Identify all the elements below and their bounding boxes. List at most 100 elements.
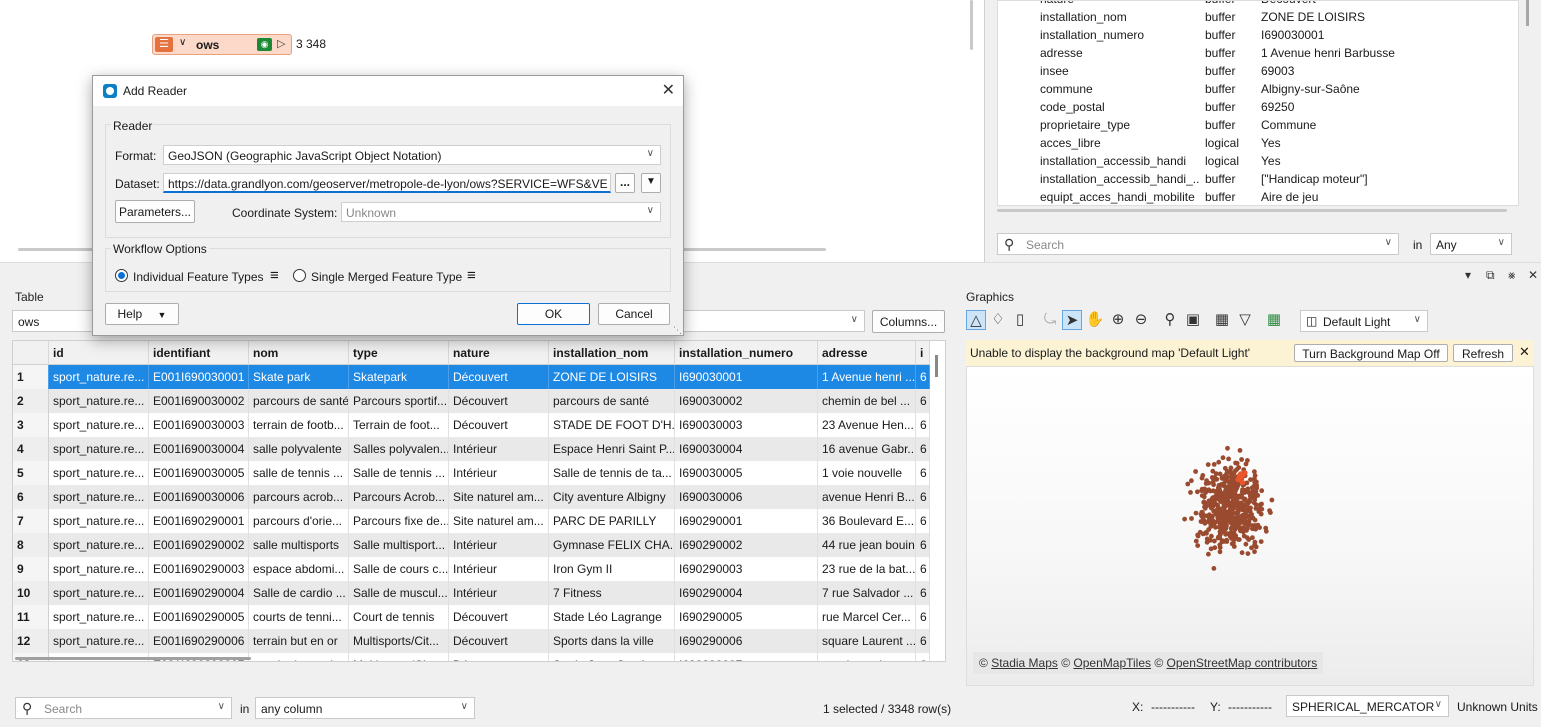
table-cell[interactable]: parcours de santé xyxy=(549,389,675,413)
table-cell[interactable]: Multisports/Cit... xyxy=(349,629,449,653)
ok-button[interactable]: OK xyxy=(517,303,590,325)
table-cell[interactable]: Intérieur xyxy=(449,557,549,581)
table-cell[interactable]: Découvert xyxy=(449,653,549,661)
table-cell[interactable]: 6 xyxy=(916,605,930,629)
table-cell[interactable]: I690290007 xyxy=(675,653,818,661)
table-cell[interactable]: parcours d'orie... xyxy=(249,509,349,533)
table-cell[interactable]: parcours de santé xyxy=(249,389,349,413)
table-cell[interactable]: 7 Fitness xyxy=(549,581,675,605)
row-number[interactable]: 7 xyxy=(13,509,49,533)
table-cell[interactable]: I690030004 xyxy=(675,437,818,461)
table-cell[interactable]: 6 xyxy=(916,509,930,533)
table-cell[interactable]: Stade Jean Jaurès xyxy=(549,653,675,661)
table-cell[interactable]: E001I690030002 xyxy=(149,389,249,413)
table-cell[interactable]: 6 xyxy=(916,581,930,605)
table-cell[interactable]: Salle de cours c... xyxy=(349,557,449,581)
close-icon[interactable]: ✕ xyxy=(1519,344,1530,360)
table-cell[interactable]: Gymnase FELIX CHA... xyxy=(549,533,675,557)
table-cell[interactable]: sport_nature.re... xyxy=(49,509,149,533)
attribute-row[interactable]: adresse buffer 1 Avenue henri Barbusse xyxy=(998,44,1518,62)
reader-node[interactable]: ☰ ∨ ows ◉ ▷ xyxy=(152,34,292,55)
pan-icon[interactable]: ✋ xyxy=(1085,310,1105,330)
table-cell[interactable]: Skatepark xyxy=(349,365,449,389)
crs-select[interactable]: SPHERICAL_MERCATOR ∨ xyxy=(1286,695,1449,717)
table-cell[interactable]: sport_nature.re... xyxy=(49,533,149,557)
table-cell[interactable]: 6 xyxy=(916,653,930,661)
table-cell[interactable]: sport_nature.re... xyxy=(49,629,149,653)
table-cell[interactable]: sport_nature.re... xyxy=(49,605,149,629)
individual-feature-types-label[interactable]: Individual Feature Types xyxy=(133,270,264,284)
table-cell[interactable]: Skate park xyxy=(249,365,349,389)
table-cell[interactable]: Salle multisport... xyxy=(349,533,449,557)
table-scope-select[interactable]: any column ∨ xyxy=(255,697,475,719)
table-cell[interactable]: sport_nature.re... xyxy=(49,581,149,605)
map-view[interactable]: © Stadia Maps © OpenMapTiles © OpenStree… xyxy=(966,366,1534,686)
table-cell[interactable]: I690030001 xyxy=(675,365,818,389)
table-cell[interactable]: rue du stade xyxy=(818,653,916,661)
dialog-titlebar[interactable]: Add Reader ✕ xyxy=(93,76,683,106)
column-header[interactable]: adresse xyxy=(818,341,916,365)
table-cell[interactable]: E001I690290006 xyxy=(149,629,249,653)
table-cell[interactable]: sport_nature.re... xyxy=(49,413,149,437)
attribute-horizontal-scrollbar[interactable] xyxy=(997,207,1519,215)
column-header[interactable]: installation_nom xyxy=(549,341,675,365)
table-cell[interactable]: terrain de proxi... xyxy=(249,653,349,661)
table-cell[interactable]: terrain de footb... xyxy=(249,413,349,437)
table-cell[interactable]: Court de tennis xyxy=(349,605,449,629)
column-header[interactable]: installation_numero xyxy=(675,341,818,365)
openmaptiles-link[interactable]: OpenMapTiles xyxy=(1073,656,1151,670)
table-cell[interactable]: sport_nature.re... xyxy=(49,437,149,461)
cancel-button[interactable]: Cancel xyxy=(598,303,670,325)
table-cell[interactable]: I690290005 xyxy=(675,605,818,629)
table-cell[interactable]: sport_nature.re... xyxy=(49,389,149,413)
table-cell[interactable]: rue Marcel Cer... xyxy=(818,605,916,629)
table-cell[interactable]: sport_nature.re... xyxy=(49,485,149,509)
table-cell[interactable]: square Laurent ... xyxy=(818,629,916,653)
table-cell[interactable]: E001I690290003 xyxy=(149,557,249,581)
table-cell[interactable]: Site naturel am... xyxy=(449,485,549,509)
table-cell[interactable]: 1 voie nouvelle xyxy=(818,461,916,485)
table-cell[interactable]: ZONE DE LOISIRS xyxy=(549,365,675,389)
table-cell[interactable]: Intérieur xyxy=(449,437,549,461)
row-number[interactable]: 2 xyxy=(13,389,49,413)
table-cell[interactable]: 6 xyxy=(916,437,930,461)
table-row[interactable]: 8 sport_nature.re... E001I690290002 salle m… xyxy=(13,533,930,557)
table-row[interactable]: 4 sport_nature.re... E001I690030004 salle p… xyxy=(13,437,930,461)
zoom-in-icon[interactable]: ⊕ xyxy=(1108,310,1128,330)
table-cell[interactable]: I690290001 xyxy=(675,509,818,533)
table-cell[interactable]: Terrain de foot... xyxy=(349,413,449,437)
table-cell[interactable]: 23 Avenue Hen... xyxy=(818,413,916,437)
table-row[interactable]: 5 sport_nature.re... E001I690030005 salle d… xyxy=(13,461,930,485)
table-cell[interactable]: 7 rue Salvador ... xyxy=(818,581,916,605)
row-number[interactable]: 1 xyxy=(13,365,49,389)
attribute-row[interactable]: acces_libre logical Yes xyxy=(998,134,1518,152)
attribute-search[interactable]: ⚲ Search ∨ xyxy=(997,233,1399,255)
table-row[interactable]: 12 sport_nature.re... E001I690290006 terrai… xyxy=(13,629,930,653)
openstreetmap-link[interactable]: OpenStreetMap contributors xyxy=(1167,656,1318,670)
single-merged-feature-type-radio[interactable] xyxy=(293,269,306,282)
table-cell[interactable]: Découvert xyxy=(449,605,549,629)
table-cell[interactable]: E001I690030005 xyxy=(149,461,249,485)
table-cell[interactable]: 6 xyxy=(916,533,930,557)
zoom-extents-icon[interactable]: ▣ xyxy=(1183,310,1203,330)
run-icon[interactable]: ▷ xyxy=(277,37,285,50)
table-cell[interactable]: I690030006 xyxy=(675,485,818,509)
stadia-maps-link[interactable]: Stadia Maps xyxy=(991,656,1058,670)
feature-types-icon[interactable]: ▦ xyxy=(1264,310,1284,330)
attribute-row[interactable]: code_postal buffer 69250 xyxy=(998,98,1518,116)
refresh-button[interactable]: Refresh xyxy=(1453,344,1513,362)
table-cell[interactable]: E001I690290005 xyxy=(149,605,249,629)
table-cell[interactable]: Parcours Acrob... xyxy=(349,485,449,509)
table-cell[interactable]: salle multisports xyxy=(249,533,349,557)
row-number[interactable]: 4 xyxy=(13,437,49,461)
browse-button[interactable]: ... xyxy=(615,173,635,193)
table-row[interactable]: 2 sport_nature.re... E001I690030002 parcour… xyxy=(13,389,930,413)
attribute-row[interactable]: proprietaire_type buffer Commune xyxy=(998,116,1518,134)
table-cell[interactable]: Iron Gym II xyxy=(549,557,675,581)
row-number[interactable]: 12 xyxy=(13,629,49,653)
table-cell[interactable]: I690290004 xyxy=(675,581,818,605)
table-cell[interactable]: 1 Avenue henri ... xyxy=(818,365,916,389)
select-column-icon[interactable]: ▯ xyxy=(1010,310,1030,330)
table-cell[interactable]: sport_nature.re... xyxy=(49,365,149,389)
row-number[interactable]: 6 xyxy=(13,485,49,509)
